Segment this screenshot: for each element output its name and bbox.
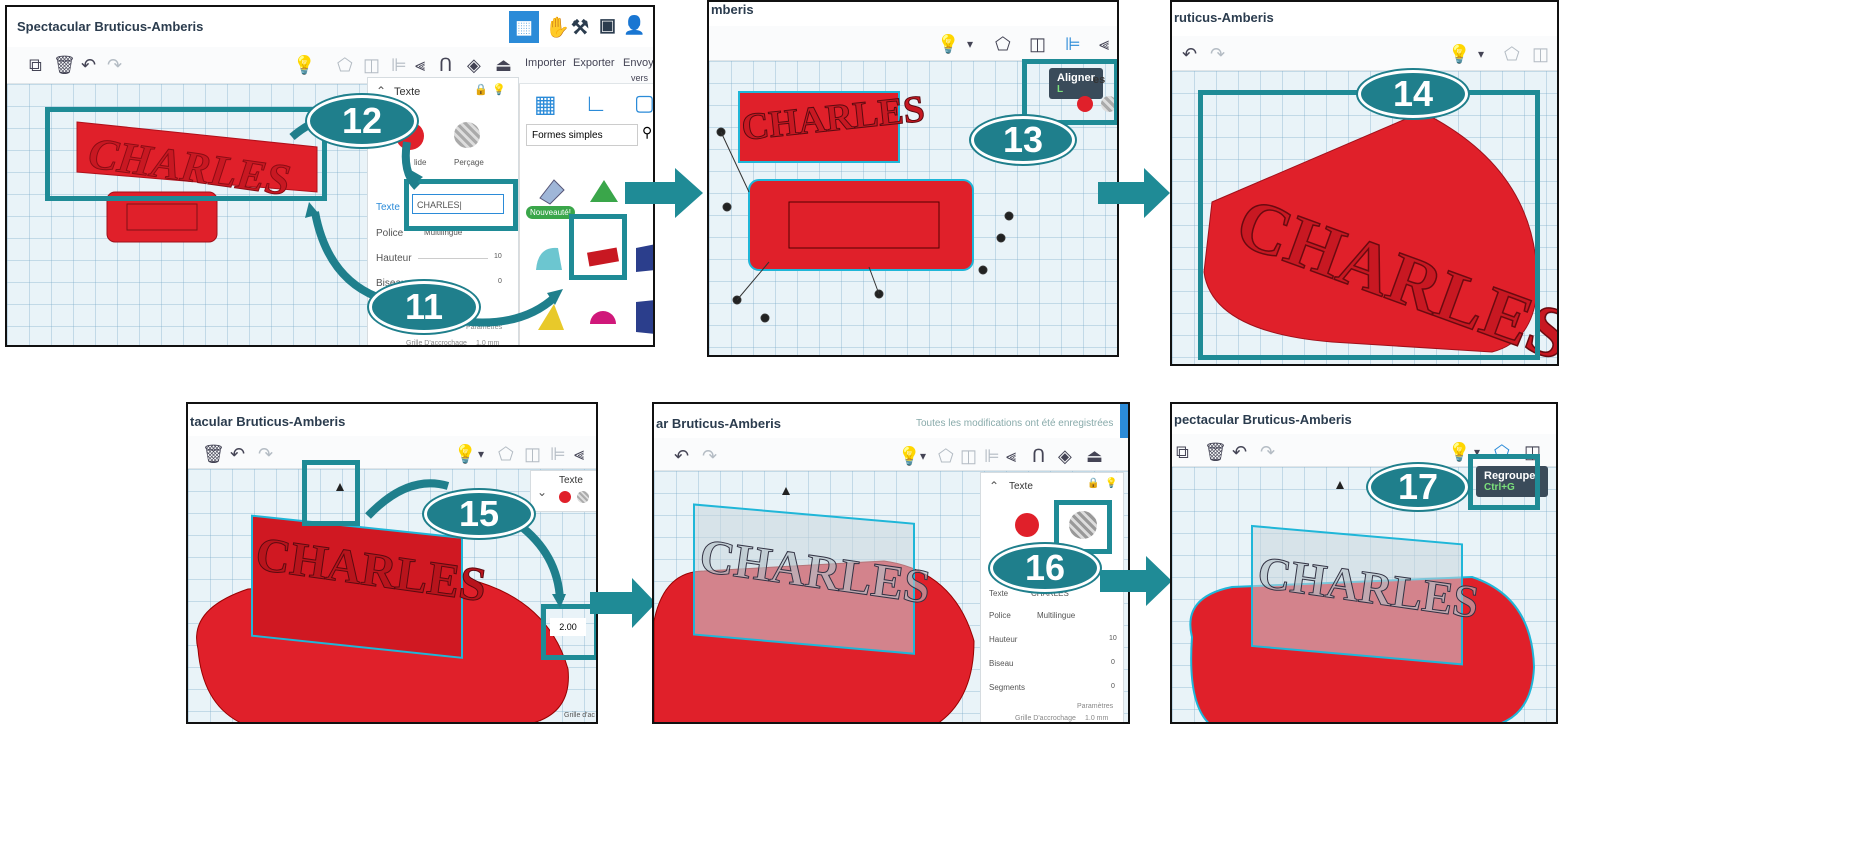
step-12-callout: 12 — [307, 95, 417, 147]
step-13-callout: 13 — [971, 116, 1075, 164]
delete-icon[interactable]: 🗑 — [1204, 442, 1227, 462]
step-15-callout: 15 — [424, 490, 534, 538]
lock-icon[interactable]: 🔒 — [1087, 478, 1099, 489]
step-11-callout: 11 — [369, 281, 479, 333]
bevel-label: Biseau — [989, 659, 1014, 668]
panel-step-17: pectacular Bruticus-Amberis ⧉ 🗑 ↶ ↷ 💡 ▾ … — [1170, 402, 1558, 724]
undo-icon[interactable]: ↶ — [1182, 44, 1197, 64]
project-title: ruticus-Amberis — [1174, 10, 1274, 25]
step-17-callout: 17 — [1368, 464, 1468, 510]
save-status: Toutes les modifications ont été enregis… — [916, 418, 1114, 429]
font-label: Police — [989, 611, 1011, 620]
top-bar: ruticus-Amberis — [1172, 2, 1557, 37]
redo-icon[interactable]: ↷ — [702, 446, 717, 466]
segments-label: Segments — [989, 683, 1026, 692]
text-label: Texte — [989, 589, 1009, 598]
panel-step-11-12: Spectacular Bruticus-Amberis ▦ ✋ ⚒ ▣ 👤 ⧉… — [5, 5, 655, 347]
height-label: Hauteur — [989, 635, 1018, 644]
redo-icon[interactable]: ↷ — [1210, 44, 1225, 64]
step-16-callout: 16 — [990, 544, 1100, 592]
redo-icon[interactable]: ↷ — [1260, 442, 1275, 462]
segments-value: 0 — [1111, 683, 1115, 690]
params-label: Paramètres — [1077, 703, 1114, 710]
flow-arrow-4 — [1100, 556, 1172, 606]
top-bar: ar Bruticus-Amberis Toutes les modificat… — [654, 404, 1128, 439]
ungroup-icon[interactable]: ◫ — [1029, 34, 1046, 54]
edit-toolbar: 💡 ▾ ⬠ ◫ ⊫ ⫷ — [709, 26, 1117, 61]
snap-grid-value[interactable]: 1.0 mm — [1085, 715, 1108, 722]
panel-step-15: tacular Bruticus-Amberis 🗑 ↶ ↷ 💡 ▾ ⬠ ◫ ⊫… — [186, 402, 598, 724]
align-icon[interactable]: ⊫ — [1065, 34, 1081, 54]
panel-step-16: ar Bruticus-Amberis Toutes les modificat… — [652, 402, 1130, 724]
panel-step-14: ruticus-Amberis ↶ ↷ 💡 ▾ ⬠ ◫ CHARLES 14 — [1170, 0, 1559, 366]
paint-icon[interactable]: ◈ — [1058, 446, 1072, 466]
highlight-group — [1468, 454, 1540, 510]
dropdown-icon[interactable]: ▾ — [1478, 44, 1484, 64]
user-strip — [1120, 404, 1128, 438]
curved-arrow-p4 — [365, 479, 566, 608]
ungroup-icon[interactable]: ◫ — [1532, 44, 1549, 64]
collapse-icon[interactable]: ⌃ — [989, 479, 999, 493]
panel-step-13: mberis 💡 ▾ ⬠ ◫ ⊫ ⫷ CHARLES Aligner L es … — [707, 0, 1119, 357]
edit-toolbar: ↶ ↷ 💡 ▾ ⬠ ◫ ⊫ ⫷ Ո ◈ ⏏ — [654, 438, 1128, 471]
undo-icon[interactable]: ↶ — [1232, 442, 1247, 462]
curved-arrows-p1 — [289, 110, 563, 327]
highlight-model — [1198, 90, 1540, 360]
undo-icon[interactable]: ↶ — [674, 446, 689, 466]
font-select[interactable]: Multilingue — [1037, 611, 1075, 620]
group-icon[interactable]: ⬠ — [995, 34, 1011, 54]
dropdown-icon[interactable]: ▾ — [967, 34, 973, 54]
height-value: 10 — [1109, 635, 1117, 642]
light-icon[interactable]: 💡 — [937, 34, 959, 54]
bulb-icon[interactable]: 💡 — [1105, 478, 1117, 489]
project-title: pectacular Bruticus-Amberis — [1174, 412, 1352, 427]
snap-grid-label: Grille D'accrochage — [1015, 715, 1076, 722]
bevel-value: 0 — [1111, 659, 1115, 666]
project-title: mberis — [711, 2, 754, 17]
light-icon[interactable]: 💡 — [898, 446, 920, 466]
flow-arrow-1 — [625, 168, 703, 218]
ungroup-icon[interactable]: ◫ — [960, 446, 977, 466]
top-bar: pectacular Bruticus-Amberis — [1172, 404, 1556, 435]
group-icon[interactable]: ⬠ — [1504, 44, 1520, 64]
flow-arrow-3 — [590, 578, 656, 628]
align-icon[interactable]: ⊫ — [984, 446, 1000, 466]
solid-color-button[interactable] — [1015, 513, 1039, 537]
dropdown-icon[interactable]: ▾ — [920, 446, 926, 466]
inspector-title: Texte — [1009, 481, 1033, 492]
flow-arrow-2 — [1098, 168, 1170, 218]
group-icon[interactable]: ⬠ — [938, 446, 954, 466]
ruler-icon[interactable]: ⏏ — [1086, 446, 1103, 466]
copy-icon[interactable]: ⧉ — [1176, 442, 1189, 462]
highlight-align — [1022, 59, 1117, 125]
mirror-icon[interactable]: ⫷ — [1006, 446, 1016, 466]
magnet-icon[interactable]: Ո — [1032, 446, 1045, 466]
top-bar: mberis — [709, 2, 1117, 26]
project-title: ar Bruticus-Amberis — [656, 416, 781, 431]
step-14-callout: 14 — [1358, 70, 1468, 118]
edit-toolbar: ↶ ↷ 💡 ▾ ⬠ ◫ — [1172, 36, 1557, 71]
mirror-icon[interactable]: ⫷ — [1099, 34, 1109, 54]
light-icon[interactable]: 💡 — [1448, 44, 1470, 64]
